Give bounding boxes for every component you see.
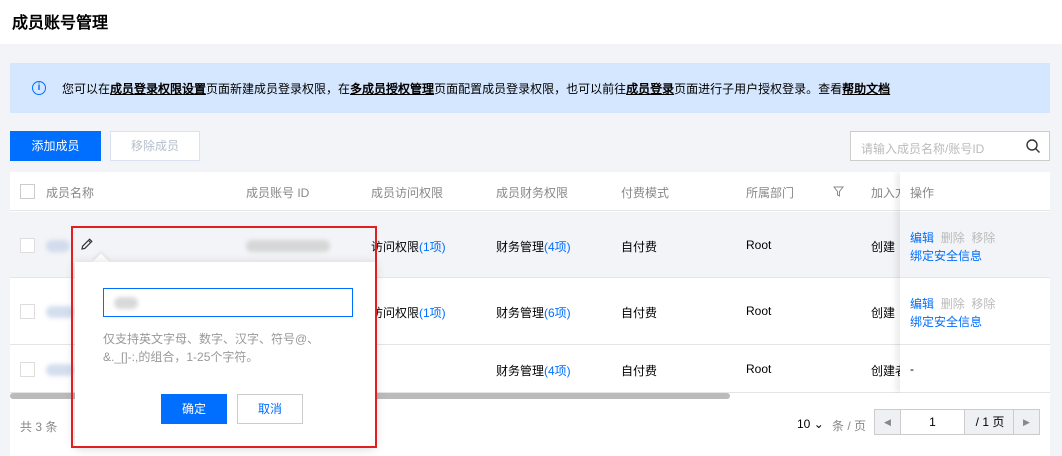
bind-security-link[interactable]: 绑定安全信息 bbox=[910, 313, 982, 330]
finance-count-link[interactable]: (6项) bbox=[544, 306, 571, 320]
member-name-input[interactable] bbox=[103, 288, 353, 317]
search-box[interactable]: 请输入成员名称/账号ID bbox=[850, 131, 1050, 161]
remove-member-button: 移除成员 bbox=[110, 131, 200, 161]
info-banner: i 您可以在成员登录权限设置页面新建成员登录权限，在多成员授权管理页面配置成员登… bbox=[10, 63, 1050, 113]
remove-link: 移除 bbox=[971, 297, 996, 311]
access-cell: 访问权限(1项) bbox=[371, 306, 446, 320]
pay-mode-cell: 自付费 bbox=[621, 240, 658, 254]
page-input[interactable]: 1 bbox=[901, 410, 965, 434]
ops-cell: - bbox=[900, 345, 1050, 393]
table-header: 成员名称 成员账号 ID 成员访问权限 成员财务权限 付费模式 所属部门 加入方 bbox=[10, 172, 1050, 211]
page-total: / 1 页 bbox=[965, 410, 1015, 434]
col-dept: 所属部门 bbox=[746, 186, 795, 200]
info-text-4: 页面进行子用户授权登录。查看 bbox=[674, 82, 843, 96]
col-finance: 成员财务权限 bbox=[496, 186, 569, 200]
page-title: 成员账号管理 bbox=[12, 15, 109, 32]
link-multi-member-auth[interactable]: 多成员授权管理 bbox=[350, 82, 434, 96]
info-icon: i bbox=[32, 81, 46, 95]
info-text-2: 页面新建成员登录权限，在 bbox=[206, 82, 351, 96]
info-text: 您可以在成员登录权限设置页面新建成员登录权限，在多成员授权管理页面配置成员登录权… bbox=[62, 80, 890, 97]
col-account-id: 成员账号 ID bbox=[246, 186, 310, 200]
edit-link[interactable]: 编辑 bbox=[910, 231, 934, 245]
confirm-button[interactable]: 确定 bbox=[161, 394, 227, 424]
edit-pencil-icon[interactable] bbox=[80, 237, 94, 251]
finance-cell: 财务管理(6项) bbox=[496, 306, 571, 320]
member-name-redacted bbox=[46, 364, 74, 376]
pay-mode-cell: 自付费 bbox=[621, 306, 658, 320]
chevron-down-icon: ⌄ bbox=[813, 417, 824, 431]
ops-cell: 编辑 删除 移除 绑定安全信息 bbox=[900, 278, 1050, 345]
delete-link: 删除 bbox=[940, 297, 965, 311]
total-count: 共 3 条 bbox=[20, 420, 58, 434]
access-cell: 访问权限(1项) bbox=[371, 240, 446, 254]
row-checkbox[interactable] bbox=[20, 362, 35, 377]
finance-cell: 财务管理(4项) bbox=[496, 240, 571, 254]
ops-column: 操作 编辑 删除 移除 绑定安全信息 编辑 删除 移除 绑定安全信息 - bbox=[900, 172, 1050, 393]
row-checkbox[interactable] bbox=[20, 304, 35, 319]
join-cell: 创建 bbox=[871, 240, 896, 254]
finance-count-link[interactable]: (4项) bbox=[544, 364, 571, 378]
page-header: 成员账号管理 bbox=[0, 0, 1062, 44]
dept-cell: Root bbox=[746, 304, 772, 318]
col-ops: 操作 bbox=[910, 186, 935, 200]
page-unit: 条 / 页 bbox=[832, 419, 867, 433]
finance-count-link[interactable]: (4项) bbox=[544, 240, 571, 254]
dept-cell: Root bbox=[746, 362, 772, 376]
col-ops-header: 操作 bbox=[900, 172, 1050, 211]
remove-link: 移除 bbox=[971, 231, 996, 245]
col-name: 成员名称 bbox=[46, 186, 95, 200]
link-login-permission-settings[interactable]: 成员登录权限设置 bbox=[110, 82, 206, 96]
pager: ◀ 1 / 1 页 ▶ bbox=[874, 409, 1040, 435]
member-name-redacted bbox=[46, 306, 74, 318]
ops-empty: - bbox=[910, 362, 914, 376]
join-cell: 创建 bbox=[871, 306, 896, 320]
input-value-redacted bbox=[114, 297, 138, 309]
pay-mode-cell: 自付费 bbox=[621, 364, 658, 378]
col-access: 成员访问权限 bbox=[371, 186, 444, 200]
page-size-value: 10 bbox=[797, 417, 811, 431]
search-input[interactable]: 请输入成员名称/账号ID bbox=[861, 140, 984, 157]
select-all-checkbox[interactable] bbox=[20, 184, 35, 199]
search-icon[interactable] bbox=[1025, 138, 1041, 154]
access-count-link[interactable]: (1项) bbox=[419, 306, 446, 320]
delete-link: 删除 bbox=[940, 231, 965, 245]
bind-security-link[interactable]: 绑定安全信息 bbox=[910, 247, 982, 264]
cancel-button[interactable]: 取消 bbox=[237, 394, 303, 424]
prev-page-icon[interactable]: ◀ bbox=[875, 410, 901, 434]
filter-icon[interactable] bbox=[833, 186, 844, 197]
edit-link[interactable]: 编辑 bbox=[910, 297, 934, 311]
col-pay-mode: 付费模式 bbox=[621, 186, 670, 200]
input-hint: 仅支持英文字母、数字、汉字、符号@、&._[]-:,的组合，1-25个字符。 bbox=[103, 332, 320, 364]
dept-cell: Root bbox=[746, 238, 772, 252]
link-member-login[interactable]: 成员登录 bbox=[626, 82, 674, 96]
page-size-select[interactable]: 10 ⌄ bbox=[797, 417, 824, 431]
member-name-redacted bbox=[46, 240, 70, 252]
link-help-doc[interactable]: 帮助文档 bbox=[842, 82, 890, 96]
info-text-3: 页面配置成员登录权限，也可以前往 bbox=[434, 82, 627, 96]
ops-cell: 编辑 删除 移除 绑定安全信息 bbox=[900, 212, 1050, 278]
next-page-icon[interactable]: ▶ bbox=[1013, 410, 1039, 434]
info-text-1: 您可以在 bbox=[62, 82, 111, 96]
rename-popover: 仅支持英文字母、数字、汉字、符号@、&._[]-:,的组合，1-25个字符。 确… bbox=[75, 262, 375, 446]
finance-cell: 财务管理(4项) bbox=[496, 364, 571, 378]
row-checkbox[interactable] bbox=[20, 238, 35, 253]
account-id-redacted bbox=[246, 240, 330, 252]
add-member-button[interactable]: 添加成员 bbox=[10, 131, 101, 161]
access-count-link[interactable]: (1项) bbox=[419, 240, 446, 254]
